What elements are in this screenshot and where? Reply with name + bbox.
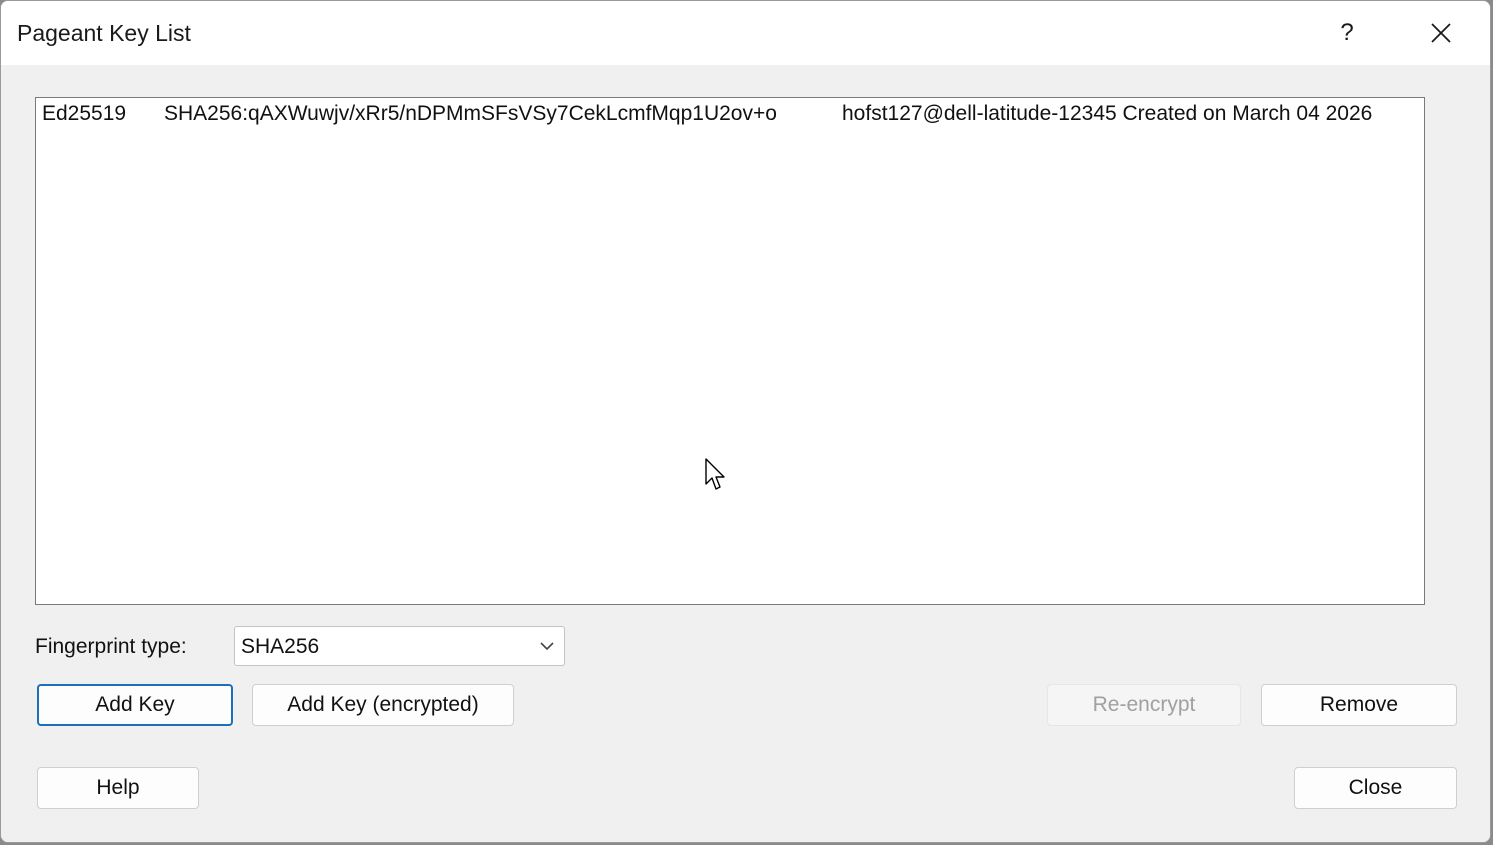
add-key-button[interactable]: Add Key [37, 684, 233, 726]
title-bar: Pageant Key List ? [1, 1, 1490, 65]
key-fingerprint: SHA256:qAXWuwjv/xRr5/nDPMmSFsVSy7CekLcmf… [164, 102, 777, 125]
help-title-button[interactable]: ? [1317, 9, 1377, 57]
key-type: Ed25519 [42, 102, 127, 125]
fingerprint-type-label: Fingerprint type: [35, 635, 187, 658]
fingerprint-type-value: SHA256 [241, 635, 320, 658]
window-title: Pageant Key List [17, 20, 191, 46]
remove-button[interactable]: Remove [1261, 684, 1457, 726]
question-mark-icon: ? [1340, 19, 1354, 46]
fingerprint-type-select[interactable]: SHA256 [234, 626, 565, 666]
key-comment: hofst127@dell-latitude-12345 Created on … [842, 102, 1373, 125]
close-button[interactable]: Close [1294, 767, 1457, 809]
add-key-encrypted-button[interactable]: Add Key (encrypted) [252, 684, 514, 726]
close-icon [1431, 23, 1451, 43]
chevron-down-icon [540, 642, 554, 651]
help-button[interactable]: Help [37, 767, 199, 809]
key-list[interactable]: Ed25519 SHA256:qAXWuwjv/xRr5/nDPMmSFsVSy… [35, 97, 1425, 605]
dialog-client-area: Ed25519 SHA256:qAXWuwjv/xRr5/nDPMmSFsVSy… [1, 65, 1490, 842]
window-close-button[interactable] [1411, 9, 1471, 57]
re-encrypt-button[interactable]: Re-encrypt [1047, 684, 1241, 726]
pageant-key-list-window: Pageant Key List ? Ed25519 SHA256:qAXWuw… [0, 0, 1491, 843]
